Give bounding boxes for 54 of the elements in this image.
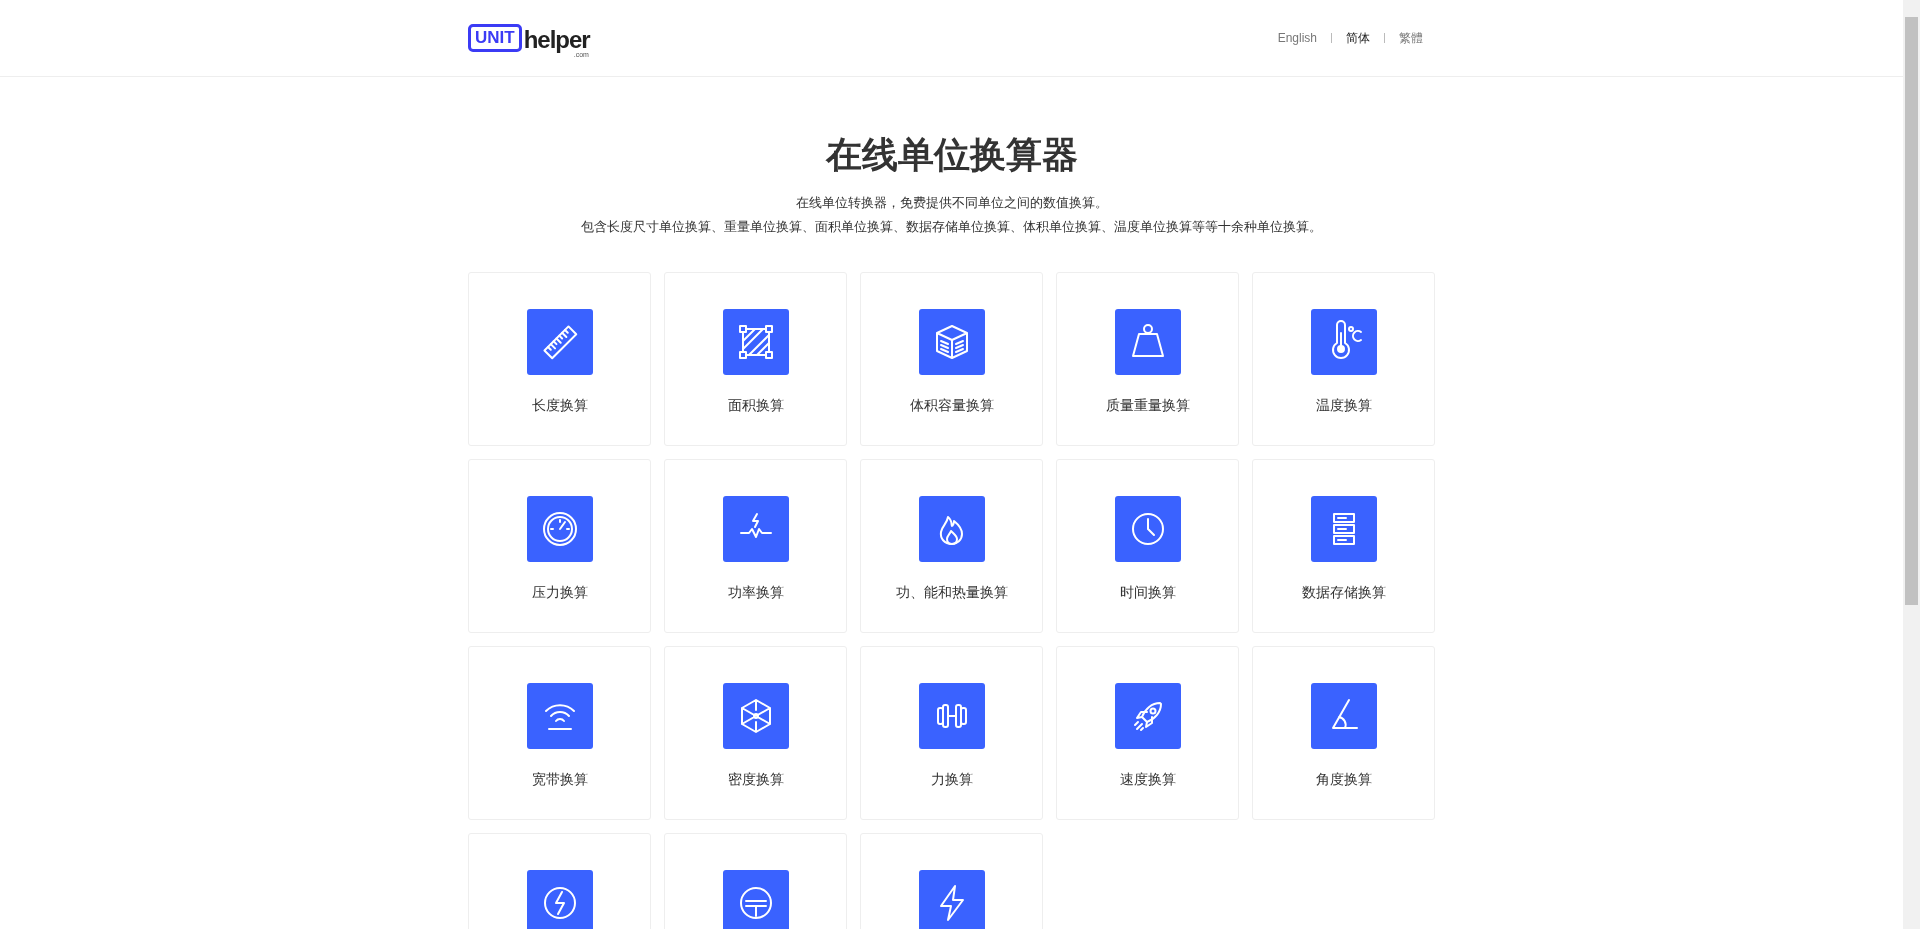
card-label: 力换算	[930, 771, 973, 789]
intro-text: 包含长度尺寸单位换算、重量单位换算、面积单位换算、数据存储单位换算、体积单位换算、温度单位换算等等十余种单位换算。	[580, 218, 1323, 236]
converter-card[interactable]: 角度换算	[1252, 646, 1435, 820]
converter-card[interactable]: 速度换算	[1056, 646, 1239, 820]
converter-card[interactable]: 力换算	[860, 646, 1043, 820]
server-icon	[1310, 496, 1377, 562]
crop-square-icon	[722, 309, 789, 375]
angle-icon	[1310, 683, 1377, 749]
scrollbar-thumb[interactable]	[1905, 17, 1918, 605]
converter-card[interactable]: 功、能和热量换算	[860, 459, 1043, 633]
card-label: 温度换算	[1315, 397, 1372, 415]
ruler-icon	[526, 309, 593, 375]
converter-card[interactable]: 压力换算	[468, 459, 651, 633]
converter-card[interactable]: 体积容量换算	[860, 272, 1043, 446]
converter-card[interactable]: 功率换算	[664, 459, 847, 633]
card-label: 功率换算	[727, 584, 784, 602]
card-label: 长度换算	[531, 397, 588, 415]
converter-card[interactable]: 数据存储换算	[1252, 459, 1435, 633]
weight-icon	[1114, 309, 1181, 375]
card-label: 密度换算	[727, 771, 784, 789]
dumbbell-icon	[918, 683, 985, 749]
converter-card[interactable]: 长度换算	[468, 272, 651, 446]
logo-text[interactable]: helper	[523, 28, 590, 52]
card-label: 面积换算	[727, 397, 784, 415]
card-label: 速度换算	[1119, 771, 1176, 789]
gauge-icon	[526, 496, 593, 562]
card-label: 质量重量换算	[1105, 397, 1190, 415]
converter-card[interactable]: 时间换算	[1056, 459, 1239, 633]
page-title: 在线单位换算器	[824, 133, 1079, 177]
pulse-bolt-icon	[722, 496, 789, 562]
converter-card[interactable]: 宽带换算	[468, 646, 651, 820]
wifi-icon	[526, 683, 593, 749]
card-label: 时间换算	[1119, 584, 1176, 602]
converter-card[interactable]: 面积换算	[664, 272, 847, 446]
rocket-icon	[1114, 683, 1181, 749]
card-label: 功、能和热量换算	[895, 584, 1008, 602]
intro-text: 在线单位转换器，免费提供不同单位之间的数值换算。	[794, 194, 1109, 212]
language-link[interactable]: English	[1277, 31, 1317, 45]
converter-card[interactable]: 密度换算	[664, 646, 847, 820]
card-label: 宽带换算	[531, 771, 588, 789]
logo-badge[interactable]: UNIT	[468, 24, 522, 52]
thermometer-icon	[1310, 309, 1377, 375]
card-label: 数据存储换算	[1301, 584, 1386, 602]
cube-icon	[918, 309, 985, 375]
card-label: 体积容量换算	[909, 397, 994, 415]
converter-card[interactable]: 质量重量换算	[1056, 272, 1239, 446]
clock-icon	[1114, 496, 1181, 562]
converter-card[interactable]: 温度换算	[1252, 272, 1435, 446]
card-label: 压力换算	[531, 584, 588, 602]
language-link[interactable]: 简体	[1346, 29, 1370, 47]
card-label: 角度换算	[1315, 771, 1372, 789]
flame-icon	[918, 496, 985, 562]
language-link[interactable]: 繁體	[1399, 29, 1423, 47]
scrollbar[interactable]	[1903, 0, 1920, 929]
